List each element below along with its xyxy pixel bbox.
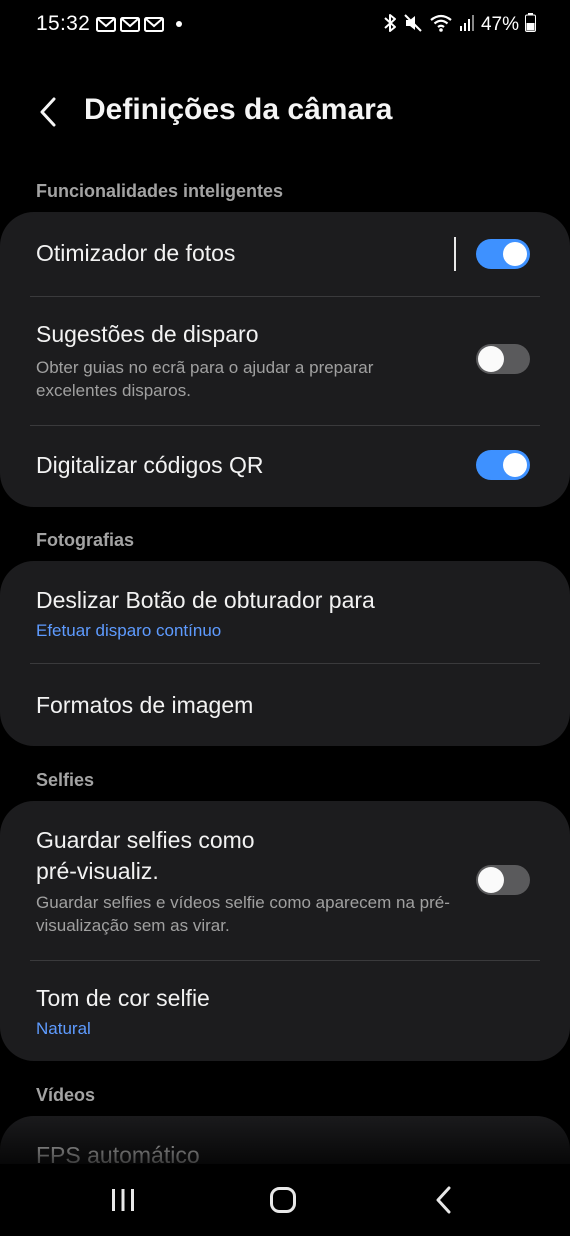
email-notification-icon <box>144 17 164 37</box>
more-notifications-dot <box>176 21 182 27</box>
swipe-shutter-value: Efetuar disparo contínuo <box>36 621 222 640</box>
section-label-photos: Fotografias <box>36 530 135 550</box>
save-selfies-description: Guardar selfies e vídeos selfie como apa… <box>36 893 450 935</box>
scan-qr-codes-title: Digitalizar códigos QR <box>36 452 264 478</box>
smart-features-card: Otimizador de fotos Sugestões de disparo… <box>0 212 570 507</box>
photo-optimizer-row[interactable]: Otimizador de fotos <box>0 212 570 296</box>
selfie-color-tone-title: Tom de cor selfie <box>36 985 210 1011</box>
selfie-color-tone-row[interactable]: Tom de cor selfie Natural <box>0 961 570 1061</box>
scan-qr-codes-toggle[interactable] <box>476 450 530 480</box>
battery-icon <box>525 13 536 37</box>
shot-suggestions-toggle[interactable] <box>476 344 530 374</box>
status-time: 15:32 <box>36 12 91 35</box>
section-label-smart-features: Funcionalidades inteligentes <box>36 181 284 201</box>
back-button[interactable] <box>30 92 66 132</box>
photos-card: Deslizar Botão de obturador para Efetuar… <box>0 561 570 746</box>
selfie-color-tone-value: Natural <box>36 1019 91 1038</box>
swipe-shutter-title: Deslizar Botão de obturador para <box>36 587 375 613</box>
shot-suggestions-row[interactable]: Sugestões de disparo Obter guias no ecrã… <box>0 297 570 425</box>
swipe-shutter-row[interactable]: Deslizar Botão de obturador para Efetuar… <box>0 561 570 663</box>
app-header: Definições da câmara <box>0 80 570 144</box>
email-notification-icon <box>120 17 140 37</box>
photo-optimizer-title: Otimizador de fotos <box>36 240 236 266</box>
wifi-icon <box>429 13 453 38</box>
battery-percentage: 47% <box>480 14 519 35</box>
nav-back-button[interactable] <box>413 1178 473 1222</box>
section-label-selfies: Selfies <box>36 770 95 790</box>
navigation-bar <box>0 1164 570 1236</box>
chevron-left-icon <box>40 97 56 127</box>
save-selfies-title-line2: pré-visualiz. <box>36 858 159 884</box>
signal-icon <box>459 14 475 37</box>
image-formats-title: Formatos de imagem <box>36 692 254 718</box>
recents-button[interactable] <box>93 1178 153 1222</box>
shot-suggestions-description: Obter guias no ecrã para o ajudar a prep… <box>36 358 374 400</box>
photo-optimizer-toggle[interactable] <box>476 239 530 269</box>
home-icon <box>270 1187 296 1213</box>
back-icon <box>436 1186 451 1214</box>
save-selfies-title-line1: Guardar selfies como <box>36 827 255 853</box>
home-button[interactable] <box>253 1178 313 1222</box>
status-bar: 15:32 47% <box>0 0 570 50</box>
shot-suggestions-title: Sugestões de disparo <box>36 321 259 347</box>
camera-settings-screen: 15:32 47% Definições da câmara Funcional… <box>0 0 570 1236</box>
recents-icon <box>112 1189 134 1211</box>
toggle-divider <box>454 237 456 271</box>
status-icons: 47% <box>383 12 536 38</box>
selfies-card: Guardar selfies como pré-visualiz. Guard… <box>0 801 570 1061</box>
scan-qr-codes-row[interactable]: Digitalizar códigos QR <box>0 426 570 507</box>
section-label-videos: Vídeos <box>36 1085 96 1105</box>
bluetooth-icon <box>383 13 397 38</box>
save-selfies-as-previewed-row[interactable]: Guardar selfies como pré-visualiz. Guard… <box>0 801 570 960</box>
page-title: Definições da câmara <box>84 93 393 126</box>
image-formats-row[interactable]: Formatos de imagem <box>0 664 570 746</box>
email-notification-icon <box>96 17 116 37</box>
save-selfies-toggle[interactable] <box>476 865 530 895</box>
mute-icon <box>403 13 423 38</box>
